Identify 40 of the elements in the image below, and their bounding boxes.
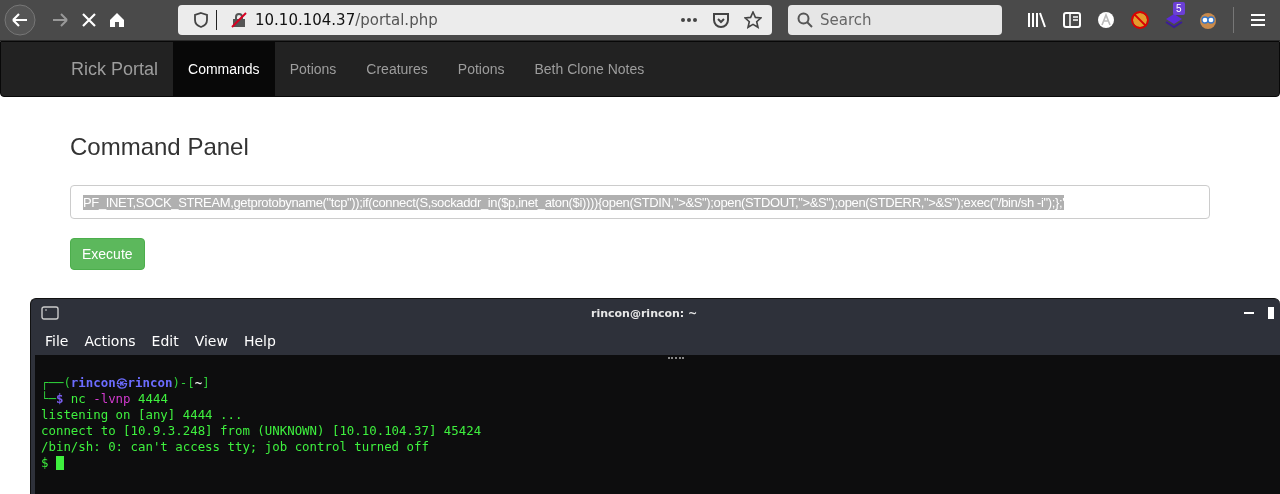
search-field[interactable]: Search	[788, 5, 1002, 35]
terminal-line: └─$ nc -lvnp 4444	[41, 391, 168, 407]
nav-link[interactable]: Commands	[173, 42, 275, 96]
terminal-icon	[41, 306, 59, 320]
nav-link[interactable]: Creatures	[351, 42, 443, 96]
owl-icon[interactable]	[1199, 11, 1217, 29]
menu-icon[interactable]	[1250, 13, 1266, 27]
page-heading: Command Panel	[70, 133, 250, 161]
menu-item[interactable]: Actions	[84, 333, 136, 349]
nav-link[interactable]: Beth Clone Notes	[519, 42, 660, 96]
brand-link[interactable]: Rick Portal	[56, 42, 174, 96]
search-icon	[797, 12, 813, 28]
menu-item[interactable]: Help	[243, 333, 276, 349]
menu-item[interactable]: View	[194, 333, 228, 349]
url-text: 10.10.104.37/portal.php	[255, 11, 438, 29]
count-badge: 5	[1173, 2, 1185, 15]
blocked-extension-icon[interactable]	[1131, 11, 1149, 29]
shield-icon	[194, 12, 208, 28]
menu-item[interactable]: Edit	[151, 333, 179, 349]
star-icon[interactable]	[744, 11, 762, 29]
extension-icon[interactable]	[1097, 11, 1115, 29]
pocket-icon[interactable]	[712, 11, 730, 29]
insecure-lock-icon	[231, 12, 247, 28]
menu-item[interactable]: File	[45, 333, 69, 349]
terminal-line: listening on [any] 4444 ...	[41, 407, 243, 423]
nav-link[interactable]: Potions	[442, 42, 520, 96]
sidebar-icon[interactable]	[1063, 12, 1081, 28]
minimize-icon[interactable]	[1244, 311, 1254, 315]
terminal-line: connect to [10.9.3.248] from (UNKNOWN) [10.10.104.37] 45424	[41, 423, 482, 439]
terminal-line: /bin/sh: 0: can't access tty; job control turned off	[41, 439, 429, 455]
back-button[interactable]	[4, 4, 36, 36]
address-bar[interactable]: 10.10.104.37/portal.php	[178, 5, 772, 35]
library-icon[interactable]	[1027, 11, 1047, 29]
terminal-line: $	[41, 455, 64, 471]
stop-icon[interactable]	[80, 11, 98, 29]
more-icon[interactable]	[680, 17, 698, 23]
home-icon[interactable]	[108, 11, 126, 29]
nav-link[interactable]: Potions	[274, 42, 352, 96]
terminal-line: ┌──(rincon㉿rincon)-[~]	[41, 375, 210, 391]
window-title: rincon@rincon: ~	[591, 306, 698, 320]
